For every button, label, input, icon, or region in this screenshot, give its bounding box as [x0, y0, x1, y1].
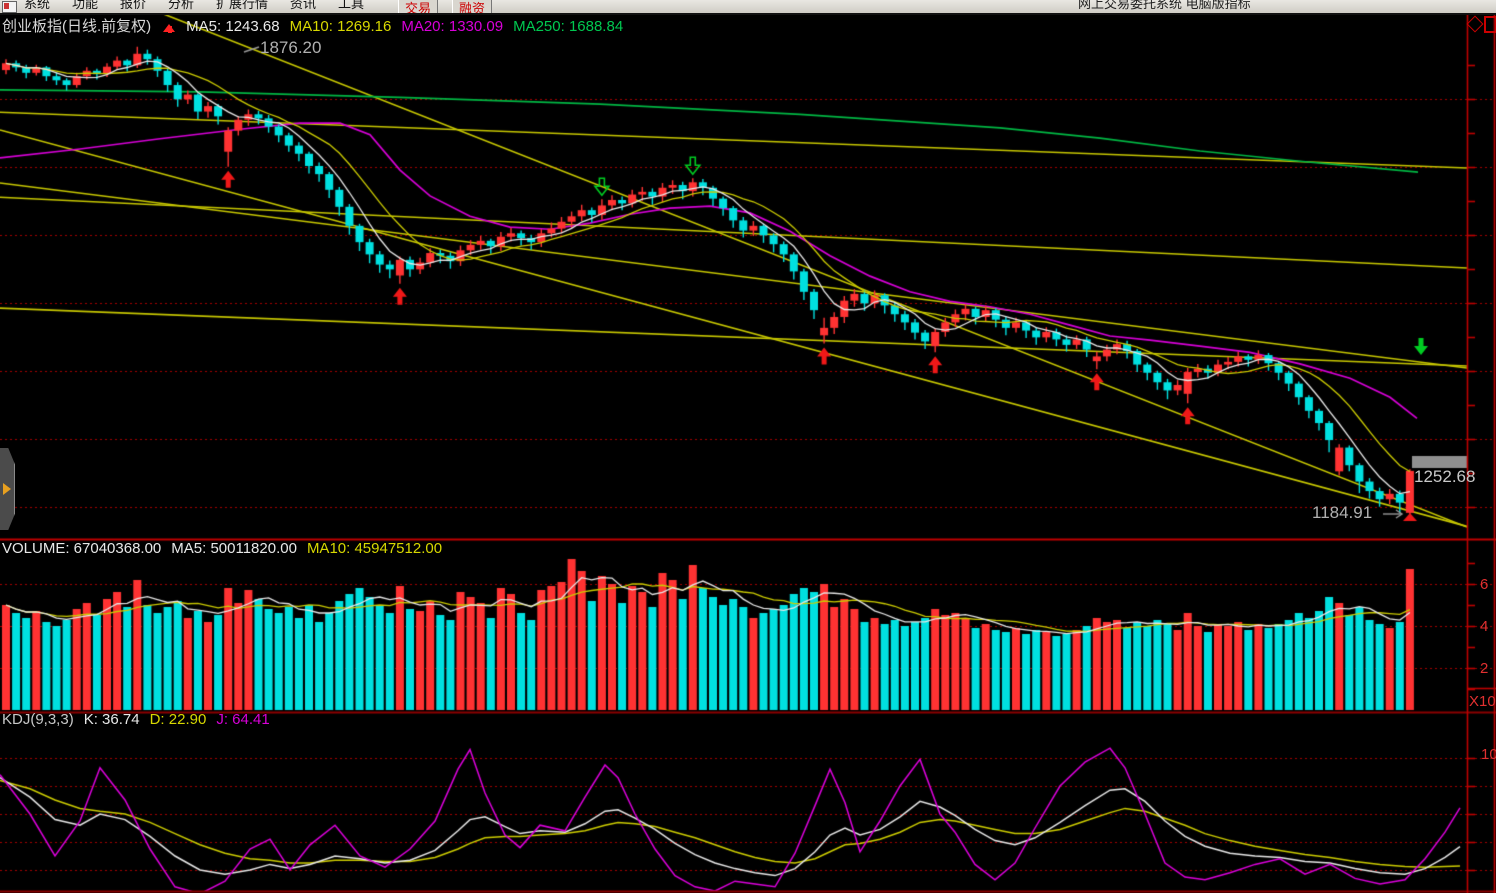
volume-axis-tick-4: 4 — [1480, 618, 1488, 635]
menu-right-text: 网上交易委托系统 电脑版指标 — [1078, 0, 1251, 12]
menu-item-5[interactable]: 资讯 — [290, 0, 316, 12]
volume-label-0: VOLUME: 67040368.00 — [2, 540, 161, 557]
kdj-label-3: J: 64.41 — [216, 711, 269, 728]
kline-chart-canvas[interactable] — [0, 0, 1496, 893]
symbol-title[interactable]: 创业板指(日线.前复权) — [2, 18, 151, 35]
expand-right-icon — [3, 483, 17, 495]
menu-hot-button-1[interactable]: 融资 — [452, 0, 492, 14]
menu-item-0[interactable]: 系统 — [24, 0, 50, 12]
red-up-arrow-icon — [163, 18, 176, 33]
app-window: 系统 功能 报价 分析 扩展行情 资讯 工具 交易融资 网上交易委托系统 电脑版指标 创业板… — [0, 0, 1496, 893]
ma-label-2: MA20: 1330.09 — [401, 18, 503, 35]
ma-label-3: MA250: 1688.84 — [513, 18, 623, 35]
kdj-axis-tick-100: 10 — [1481, 746, 1496, 763]
volume-axis-tick-6: 6 — [1480, 576, 1488, 593]
ma-label-0: MA5: 1243.68 — [186, 18, 279, 35]
menu-hot-button-0[interactable]: 交易 — [398, 0, 438, 14]
volume-axis-unit: X10 — [1469, 693, 1496, 710]
menu-item-4[interactable]: 扩展行情 — [216, 0, 268, 12]
last-price-label: 1252.68 — [1414, 467, 1475, 487]
menu-bar: 系统 功能 报价 分析 扩展行情 资讯 工具 交易融资 网上交易委托系统 电脑版指标 — [0, 0, 1496, 15]
low-price-label: 1184.91 — [1312, 503, 1372, 523]
kdj-label-0: KDJ(9,3,3) — [2, 711, 74, 728]
menu-item-2[interactable]: 报价 — [120, 0, 146, 12]
ma-label-1: MA10: 1269.16 — [290, 18, 392, 35]
menu-item-1[interactable]: 功能 — [72, 0, 98, 12]
menu-item-3[interactable]: 分析 — [168, 0, 194, 12]
left-panel-expand-tab[interactable] — [0, 448, 15, 530]
volume-label-1: MA5: 50011820.00 — [171, 540, 297, 557]
volume-label-2: MA10: 45947512.00 — [307, 540, 442, 557]
menu-item-6[interactable]: 工具 — [338, 0, 364, 12]
kdj-header: KDJ(9,3,3) K: 36.74 D: 22.90 J: 64.41 — [2, 711, 280, 728]
peak-price-label: 1876.20 — [260, 38, 321, 58]
kdj-label-1: K: 36.74 — [84, 711, 140, 728]
app-icon — [2, 1, 17, 13]
volume-header: VOLUME: 67040368.00 MA5: 50011820.00 MA10:… — [2, 540, 452, 557]
restore-window-icon[interactable] — [1484, 16, 1496, 33]
main-chart-header: 创业板指(日线.前复权) MA5: 1243.68 MA10: 1269.16 MA2… — [2, 15, 643, 36]
volume-axis-tick-2: 2 — [1480, 660, 1488, 677]
kdj-label-2: D: 22.90 — [150, 711, 207, 728]
